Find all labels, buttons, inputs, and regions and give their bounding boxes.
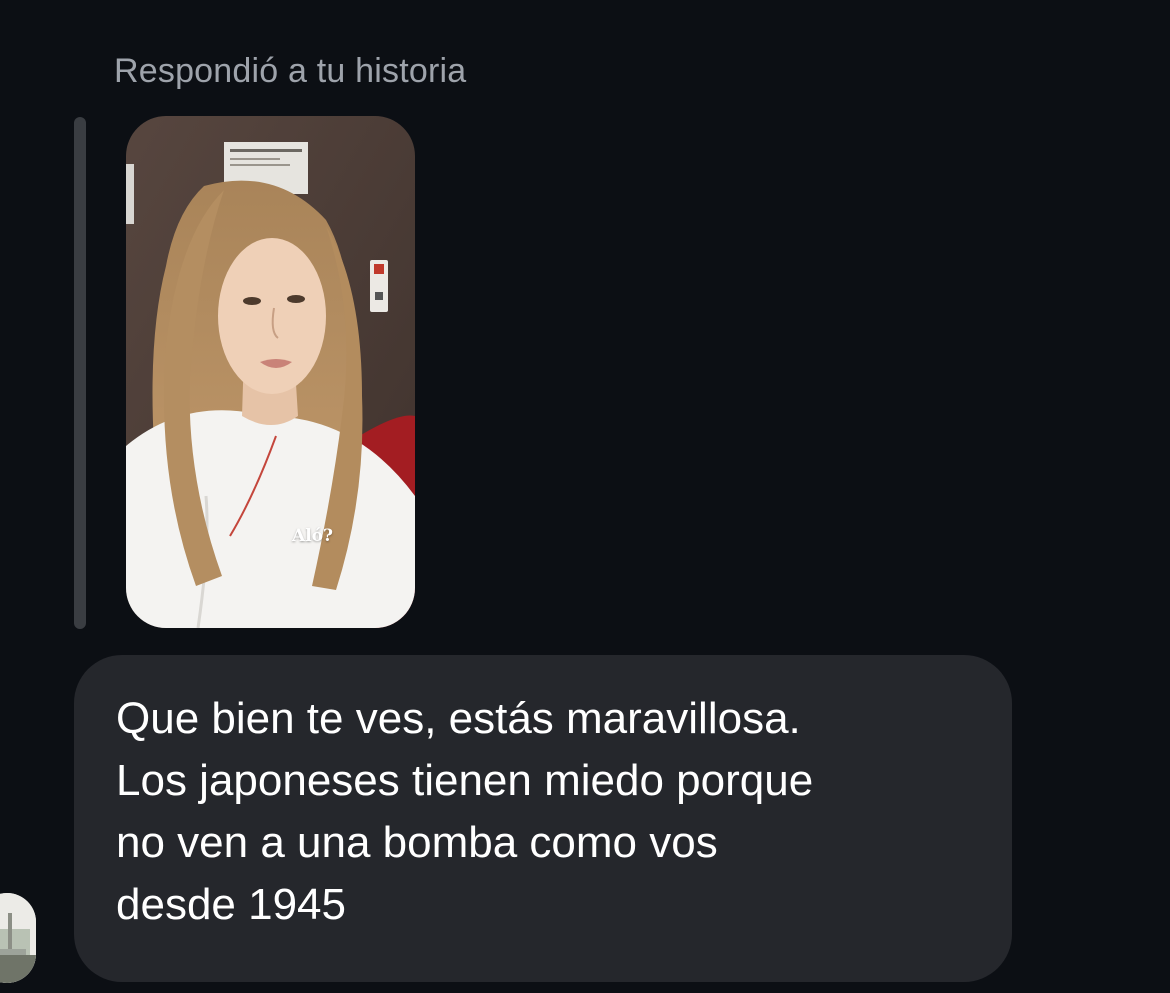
message-line-3: no ven a una bomba como vos: [116, 818, 718, 867]
message-bubble[interactable]: Que bien te ves, estás maravillosa. Los …: [74, 655, 1012, 982]
quote-bar: [74, 117, 86, 629]
story-photo: [126, 116, 415, 628]
message-line-4: desde 1945: [116, 880, 346, 929]
avatar-photo: [0, 893, 36, 983]
sender-avatar[interactable]: [0, 893, 36, 983]
story-thumbnail[interactable]: Aló?: [126, 116, 415, 628]
story-sticker-text: Aló?: [292, 526, 333, 546]
message-line-2: Los japoneses tienen miedo porque: [116, 756, 814, 805]
story-reply-label: Respondió a tu historia: [114, 52, 467, 90]
message-line-1: Que bien te ves, estás maravillosa.: [116, 694, 801, 743]
